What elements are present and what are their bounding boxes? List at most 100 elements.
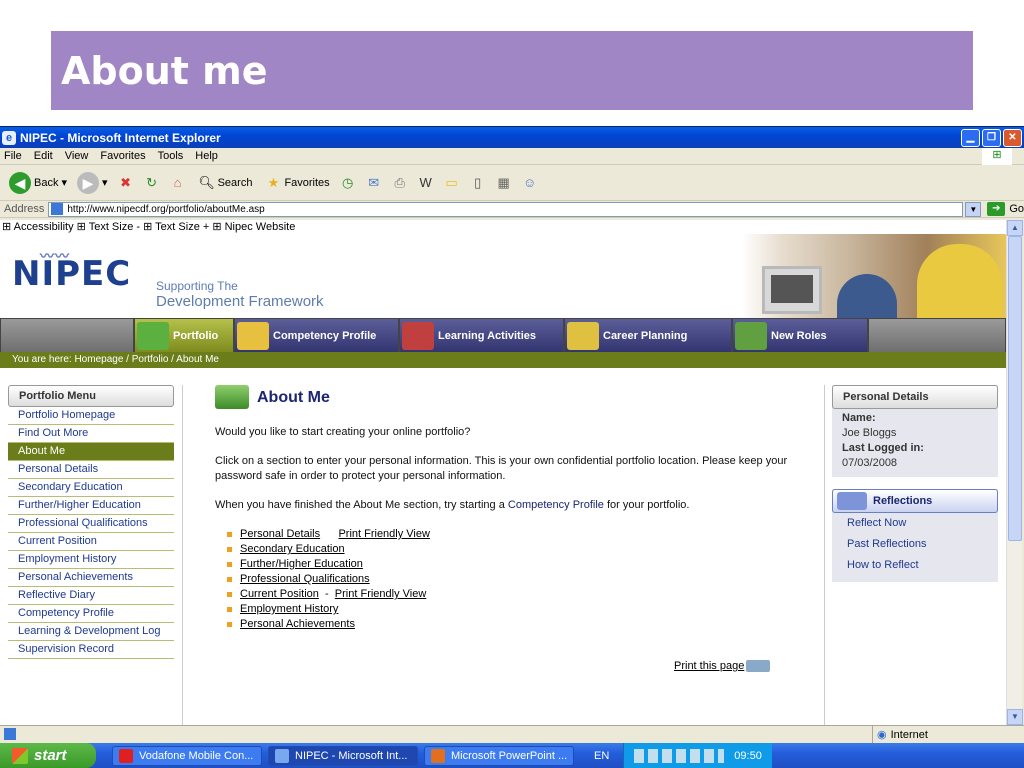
employment-history-link[interactable]: Employment History (240, 602, 338, 617)
menu-item-personal-achievements[interactable]: Personal Achievements (8, 569, 174, 587)
secondary-education-link[interactable]: Secondary Education (240, 542, 345, 557)
history-icon[interactable]: ◷ (337, 172, 359, 194)
content-title: About Me (257, 388, 330, 406)
tab-learning-label: Learning Activities (438, 329, 537, 342)
top-links[interactable]: ⊞ Accessibility ⊞ Text Size - ⊞ Text Siz… (0, 220, 1006, 234)
language-indicator[interactable]: EN (594, 750, 609, 762)
tools-icon[interactable]: ▦ (493, 172, 515, 194)
nipec-logo[interactable]: 〰〰 NIPEC (12, 249, 131, 294)
menu-item-about-me[interactable]: About Me (8, 443, 174, 461)
refresh-icon[interactable]: ↻ (141, 172, 163, 194)
windows-logo-icon: ⊞ (982, 147, 1012, 165)
favorites-button[interactable]: ★ Favorites (259, 172, 332, 194)
vodafone-icon (119, 748, 133, 763)
research-icon[interactable]: ▯ (467, 172, 489, 194)
security-zone: ◉ Internet (872, 726, 928, 743)
menu-item-current-position[interactable]: Current Position (8, 533, 174, 551)
main-content: About Me Would you like to start creatin… (215, 383, 805, 632)
title-bar[interactable]: e NIPEC - Microsoft Internet Explorer ▁ … (0, 127, 1024, 148)
personal-details-link[interactable]: Personal Details (240, 527, 320, 542)
personal-achievements-link[interactable]: Personal Achievements (240, 617, 355, 632)
print-icon[interactable]: ⎙ (389, 172, 411, 194)
print-friendly-view-link[interactable]: Print Friendly View (338, 527, 430, 542)
tray-icons[interactable] (634, 748, 725, 763)
tagline: Supporting The Development Framework (156, 278, 324, 310)
tab-learning-activities[interactable]: Learning Activities (399, 318, 564, 352)
address-input[interactable]: http://www.nipecdf.org/portfolio/aboutMe… (48, 201, 964, 217)
current-position-link[interactable]: Current Position (240, 587, 319, 602)
person-icon (735, 321, 767, 350)
print-this-page-link[interactable]: Print this page (674, 660, 771, 672)
menu-item-secondary-education[interactable]: Secondary Education (8, 479, 174, 497)
reflections-icon (837, 492, 867, 510)
menu-edit[interactable]: Edit (34, 150, 53, 162)
menu-tools[interactable]: Tools (158, 150, 184, 162)
mail-icon[interactable]: ✉ (363, 172, 385, 194)
search-button[interactable]: 🔍︎ Search (193, 172, 256, 194)
next-step-pre: When you have finished the About Me sect… (215, 499, 508, 511)
close-button[interactable]: ✕ (1003, 128, 1022, 147)
back-label: Back (34, 176, 59, 189)
tab-career-planning[interactable]: Career Planning (564, 318, 732, 352)
menu-favorites[interactable]: Favorites (100, 150, 145, 162)
reflect-now-link[interactable]: Reflect Now (832, 513, 998, 534)
edit-word-icon[interactable]: W (415, 172, 437, 194)
further-higher-education-link[interactable]: Further/Higher Education (240, 557, 363, 572)
task-nipec-ie[interactable]: NIPEC - Microsoft Int... (268, 745, 418, 766)
task-vodafone[interactable]: Vodafone Mobile Con... (112, 745, 262, 766)
last-logged-value: 07/03/2008 (842, 457, 898, 469)
menu-item-learning-development-log[interactable]: Learning & Development Log (8, 623, 174, 641)
note-icon[interactable]: ▭ (441, 172, 463, 194)
tab-competency-label: Competency Profile (273, 329, 377, 342)
tab-competency-profile[interactable]: Competency Profile (234, 318, 399, 352)
menu-item-professional-qualifications[interactable]: Professional Qualifications (8, 515, 174, 533)
competency-profile-link[interactable]: Competency Profile (508, 499, 604, 511)
address-dropdown-icon[interactable]: ▼ (965, 201, 982, 217)
right-sidebar: Personal Details Name: Joe Bloggs Last L… (832, 385, 998, 594)
scroll-thumb[interactable] (1008, 236, 1022, 541)
how-to-reflect-link[interactable]: How to Reflect (832, 555, 998, 576)
forward-button[interactable]: ▶ ▾ (74, 171, 111, 194)
back-button[interactable]: ◀ Back ▾ (6, 171, 70, 194)
next-step-text: When you have finished the About Me sect… (215, 498, 805, 513)
print-friendly-view-link-2[interactable]: Print Friendly View (335, 587, 427, 602)
go-button[interactable]: ➔ Go (987, 202, 1024, 216)
task-powerpoint[interactable]: Microsoft PowerPoint ... (424, 745, 574, 766)
portfolio-menu-title: Portfolio Menu (8, 385, 174, 407)
menu-item-competency-profile[interactable]: Competency Profile (8, 605, 174, 623)
status-bar: ◉ Internet (0, 725, 1024, 743)
restore-button[interactable]: ❐ (982, 128, 1001, 147)
menu-item-find-out-more[interactable]: Find Out More (8, 425, 174, 443)
list-item: Personal Details Print Friendly View (227, 527, 805, 542)
menu-item-further-higher-education[interactable]: Further/Higher Education (8, 497, 174, 515)
menu-item-personal-details[interactable]: Personal Details (8, 461, 174, 479)
personal-details-title: Personal Details (832, 385, 998, 409)
menu-item-reflective-diary[interactable]: Reflective Diary (8, 587, 174, 605)
minimize-button[interactable]: ▁ (961, 128, 980, 147)
page-viewport: ⊞ Accessibility ⊞ Text Size - ⊞ Text Siz… (0, 220, 1006, 725)
menu-item-employment-history[interactable]: Employment History (8, 551, 174, 569)
start-button[interactable]: start (0, 743, 96, 768)
home-icon[interactable]: ⌂ (167, 172, 189, 194)
menu-help[interactable]: Help (195, 150, 218, 162)
scroll-down-icon[interactable]: ▼ (1007, 709, 1023, 725)
task-vodafone-label: Vodafone Mobile Con... (139, 749, 254, 762)
portfolio-menu: Portfolio Menu Portfolio Homepage Find O… (8, 385, 174, 659)
tab-new-roles[interactable]: New Roles (732, 318, 868, 352)
scroll-up-icon[interactable]: ▲ (1007, 220, 1023, 236)
stop-icon[interactable]: ✖ (115, 172, 137, 194)
menu-file[interactable]: File (4, 150, 22, 162)
messenger-icon[interactable]: ☺ (519, 172, 541, 194)
menu-item-portfolio-homepage[interactable]: Portfolio Homepage (8, 407, 174, 425)
professional-qualifications-link[interactable]: Professional Qualifications (240, 572, 370, 587)
vertical-scrollbar[interactable]: ▲ ▼ (1006, 220, 1023, 725)
menu-item-supervision-record[interactable]: Supervision Record (8, 641, 174, 659)
print-page-label: Print this page (674, 660, 745, 672)
signpost-icon (567, 321, 599, 350)
ie-icon: e (2, 130, 16, 145)
content-heading: About Me (215, 383, 805, 411)
system-tray: 09:50 (623, 743, 772, 768)
past-reflections-link[interactable]: Past Reflections (832, 534, 998, 555)
menu-view[interactable]: View (65, 150, 89, 162)
tab-portfolio[interactable]: Portfolio (134, 318, 234, 352)
